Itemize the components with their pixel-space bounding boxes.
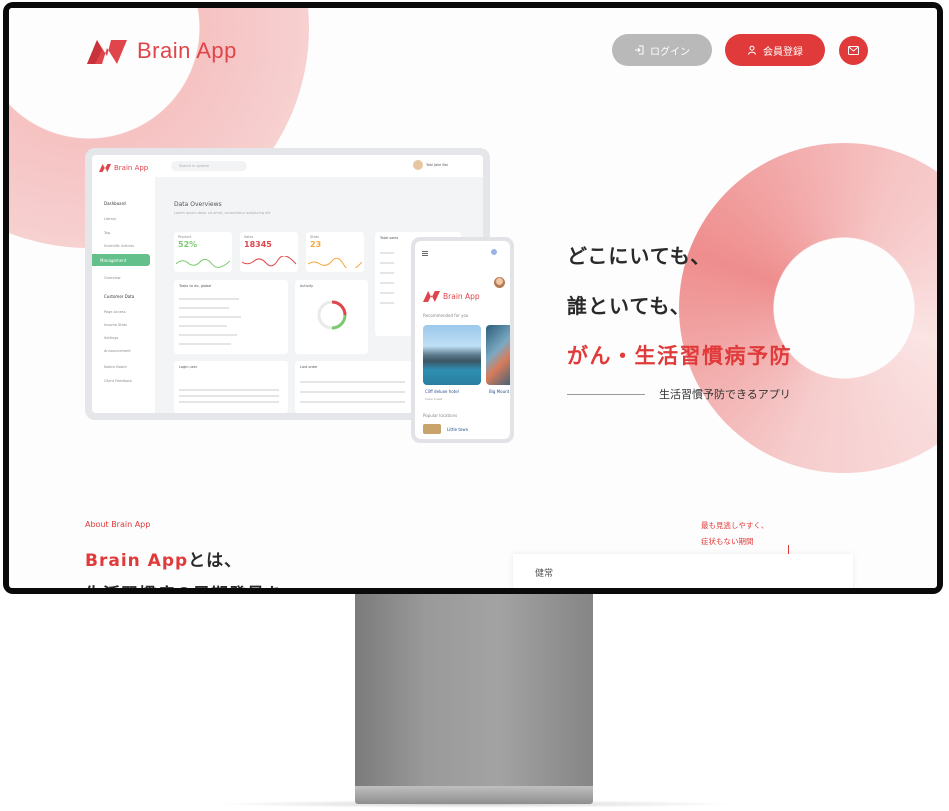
dashboard-sidebar: Brain App Dashboard Library Tag Scientif… <box>92 155 155 413</box>
sparkline <box>176 258 230 268</box>
sidebar-item-income[interactable]: Income Stats <box>104 323 127 327</box>
panel-title: Login user <box>179 365 198 369</box>
stat-card-sales: Sales 18345 <box>240 232 298 272</box>
sidebar-item-notice[interactable]: Notice Board <box>104 365 127 369</box>
monitor-stand <box>355 594 593 790</box>
sidebar-item-articles[interactable]: Scientific Articles <box>104 244 134 248</box>
notification-icon[interactable] <box>491 249 497 255</box>
about-title-app: Brain App <box>85 551 189 571</box>
activity-panel: Activity <box>295 280 368 354</box>
hero-accent: がん・生活習慣病予防 <box>567 344 792 368</box>
brain-app-logo-icon <box>423 291 440 302</box>
chart-label: 健常 <box>535 569 554 579</box>
menu-icon[interactable] <box>422 251 428 252</box>
card-title: Big Mount <box>489 389 510 394</box>
chart-note-line2: 症状もない期間 <box>701 537 754 546</box>
divider <box>567 393 645 395</box>
sidebar-item-announcement[interactable]: Announcement <box>104 349 131 353</box>
phone-brand: Brain App <box>423 291 480 302</box>
hero-line-1: どこにいても、 <box>567 244 712 268</box>
phone-mockup: Brain App Recommended for you Cliff delu… <box>411 237 514 443</box>
chart-note: 最も見逃しやすく、 症状もない期間 <box>701 518 768 550</box>
login-label: ログイン <box>650 46 690 58</box>
sidebar-item-library[interactable]: Library <box>104 217 116 221</box>
dashboard-subheading: Lorem ipsum dolor sit amet, consectetur … <box>174 211 271 215</box>
phone-brand-name: Brain App <box>443 292 480 301</box>
phone-screen: Brain App Recommended for you Cliff delu… <box>415 241 510 439</box>
panel-title: Last order <box>300 365 318 369</box>
stat-card-product: Product 52% <box>174 232 232 272</box>
mail-button[interactable] <box>839 36 868 65</box>
users-panel: Login user <box>174 361 288 413</box>
card-location: Cape Coast <box>425 397 443 401</box>
mountain-image[interactable] <box>486 325 510 385</box>
sidebar-item-settings[interactable]: Settings <box>104 336 118 340</box>
sidebar-item-page-access[interactable]: Page Access <box>104 310 126 314</box>
brain-app-logo-icon <box>87 40 127 64</box>
dashboard-search-input[interactable]: Search in system <box>171 161 247 171</box>
panel-title: Tasks to do, global <box>179 284 212 288</box>
health-chart-card: 健常 <box>513 554 853 588</box>
stat-title: Product <box>178 235 192 239</box>
about-title-rest: とは、 <box>188 551 243 571</box>
location-thumbnail[interactable] <box>423 424 441 434</box>
sparkline <box>308 257 362 268</box>
stat-value: 18345 <box>244 240 272 249</box>
about-title: Brain Appとは、 <box>85 546 242 571</box>
website-screen: Brain App ログイン 会員登録 Brain App Dashboard … <box>9 8 937 588</box>
dashboard-user-name: Tobi Jake Bai <box>426 163 448 167</box>
stat-title: Sales <box>244 235 254 239</box>
panel-title: Total sales <box>380 236 399 240</box>
sparkline <box>242 256 296 267</box>
hero-line-2: 誰といても、 <box>567 294 691 318</box>
stat-value: 52% <box>178 240 198 249</box>
tasks-panel: Tasks to do, global <box>174 280 288 354</box>
sidebar-section-customer: Customer Data <box>104 294 135 299</box>
mail-icon <box>848 46 859 55</box>
chart-note-line1: 最も見逃しやすく、 <box>701 521 769 530</box>
panel-title: Activity <box>300 284 314 288</box>
about-label: About Brain App <box>85 520 151 529</box>
sidebar-section-dashboard: Dashboard <box>104 201 126 206</box>
location-title: Little town <box>447 427 469 432</box>
donut-chart <box>317 300 347 330</box>
brain-app-logo-icon <box>99 164 111 172</box>
sidebar-item-overview[interactable]: Overview <box>104 276 120 280</box>
monitor-frame: Brain App ログイン 会員登録 Brain App Dashboard … <box>3 2 943 594</box>
dashboard-brand: Brain App <box>99 164 148 172</box>
stat-value: 23 <box>310 240 322 249</box>
recommended-heading: Recommended for you <box>423 313 469 318</box>
about-title-line2: 生活習慣病の早期発見を <box>85 580 283 588</box>
last-order-panel: Last order <box>295 361 415 413</box>
sidebar-item-feedback[interactable]: Client Feedback <box>104 379 132 383</box>
stat-title: Stats <box>310 235 319 239</box>
popular-heading: Popular locations <box>423 413 458 418</box>
hero-subtitle-text: 生活習慣予防できるアプリ <box>659 388 791 401</box>
hero-subtitle: 生活習慣予防できるアプリ <box>567 386 792 402</box>
dashboard-heading: Data Overviews <box>174 201 222 208</box>
avatar <box>494 277 505 288</box>
dashboard-brand-name: Brain App <box>114 164 149 172</box>
user-icon <box>748 45 756 55</box>
hero-copy: どこにいても、 誰といても、 がん・生活習慣病予防 生活習慣予防できるアプリ <box>567 240 792 402</box>
hotel-image[interactable] <box>423 325 481 385</box>
monitor-stand-base <box>355 786 593 804</box>
avatar <box>413 160 423 170</box>
brand-logo[interactable]: Brain App <box>85 36 237 66</box>
stat-card-stats: Stats 23 <box>306 232 364 272</box>
login-icon <box>635 45 644 55</box>
register-button[interactable]: 会員登録 <box>725 34 825 66</box>
login-button[interactable]: ログイン <box>612 34 712 66</box>
sidebar-item-management[interactable]: Management <box>92 254 150 266</box>
sidebar-item-tag[interactable]: Tag <box>104 231 110 235</box>
register-label: 会員登録 <box>763 46 803 58</box>
brand-name: Brain App <box>137 38 237 63</box>
card-title: Cliff deluxe hotel <box>425 389 459 394</box>
dashboard-user[interactable]: Tobi Jake Bai <box>413 160 448 170</box>
dashboard-topbar: Search in system Tobi Jake Bai <box>155 155 483 177</box>
